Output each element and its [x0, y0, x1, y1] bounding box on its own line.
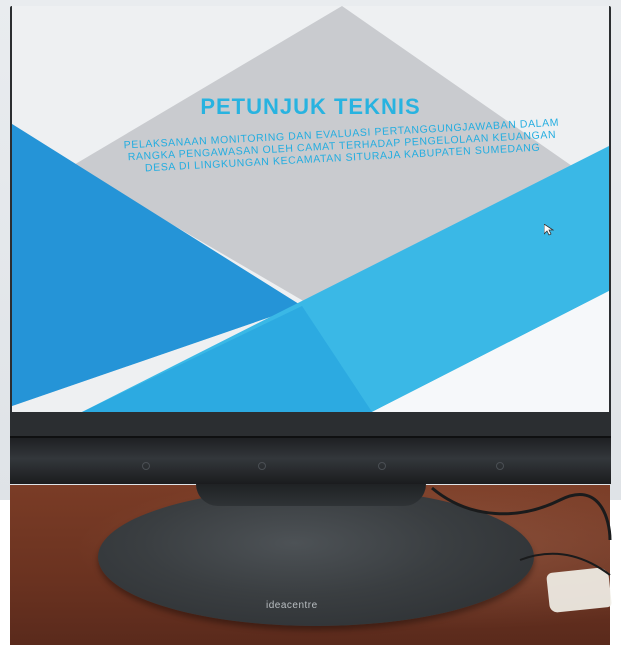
monitor-button[interactable]	[142, 462, 150, 470]
monitor-screen: PETUNJUK TEKNIS PELAKSANAAN MONITORING D…	[12, 6, 609, 412]
paper-scrap	[546, 566, 612, 614]
mouse-cursor-icon	[544, 224, 554, 236]
slide-title: PETUNJUK TEKNIS	[200, 94, 421, 119]
monitor-button[interactable]	[378, 462, 386, 470]
photo: PETUNJUK TEKNIS PELAKSANAAN MONITORING D…	[0, 0, 621, 651]
monitor-chin	[10, 438, 611, 484]
brand-logo: ideacentre	[266, 600, 318, 611]
monitor-button[interactable]	[258, 462, 266, 470]
slide-graphics	[12, 6, 609, 412]
monitor-stand-neck	[196, 484, 426, 506]
monitor-button[interactable]	[496, 462, 504, 470]
